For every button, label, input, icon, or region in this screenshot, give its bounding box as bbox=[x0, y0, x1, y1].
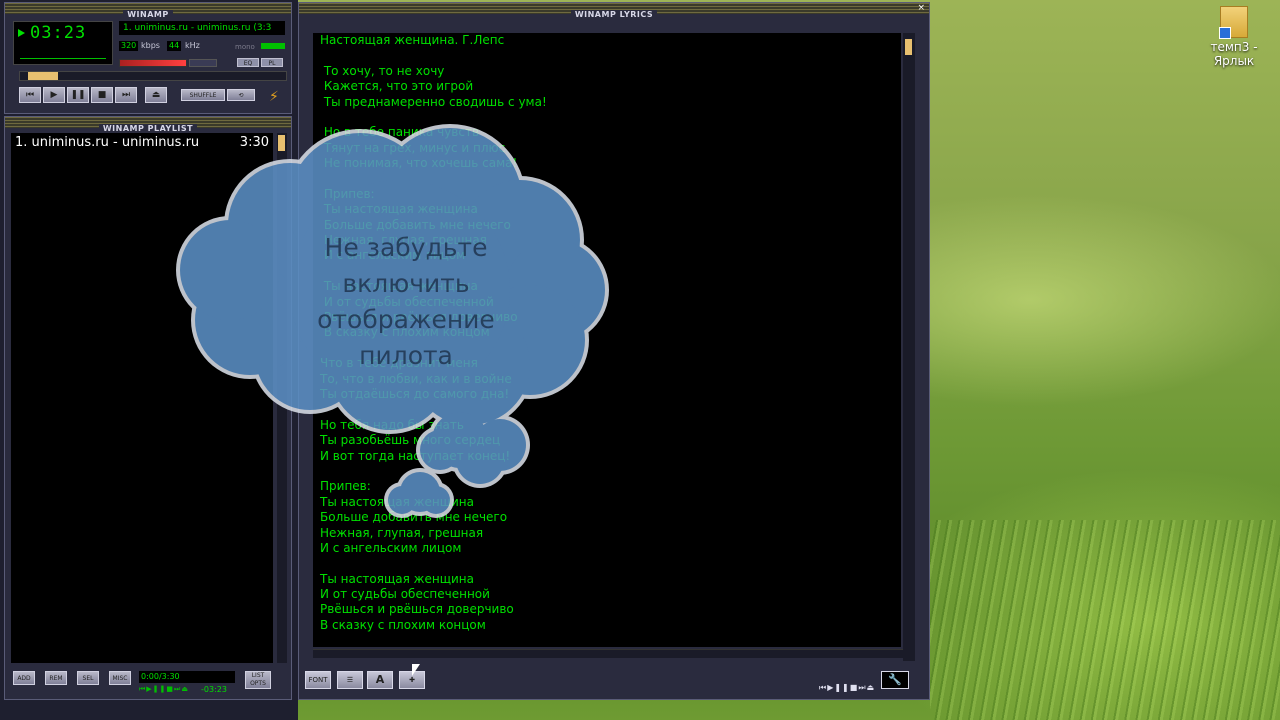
desktop-shortcut-label: темп3 - Ярлык bbox=[1210, 40, 1258, 68]
playlist-title: WINAMP PLAYLIST bbox=[98, 124, 198, 133]
cloud-message: Не забудьте включить отображение пилота bbox=[317, 233, 495, 370]
wrench-icon[interactable]: 🔧 bbox=[881, 671, 909, 689]
lyrics-line: Но тебя надо бы знать bbox=[320, 417, 464, 432]
list-options-button[interactable]: LIST OPTS bbox=[245, 671, 271, 689]
lyrics-mini-controls[interactable]: ⏮▶❚❚■⏭⏏ bbox=[819, 683, 875, 693]
kbps-label: kbps bbox=[141, 41, 160, 50]
lyrics-line: Припев: bbox=[320, 186, 375, 201]
playlist-misc-button[interactable]: MISC bbox=[109, 671, 131, 685]
list-icon[interactable]: ☰ bbox=[337, 671, 363, 689]
lyrics-line: Ты настоящая женщина bbox=[320, 571, 474, 586]
lyrics-line: Больше добавить мне нечего bbox=[320, 510, 508, 525]
khz-label: kHz bbox=[185, 41, 200, 50]
playlist-list[interactable]: 1. uniminus.ru - uniminus.ru 3:30 bbox=[11, 133, 273, 663]
time-readout: 03:23 bbox=[30, 23, 87, 43]
lyrics-line bbox=[313, 172, 901, 187]
pl-toggle-button[interactable]: PL bbox=[261, 58, 283, 67]
lyrics-line: И с ангельским лицом bbox=[320, 540, 462, 555]
mouse-cursor-icon bbox=[412, 664, 420, 676]
winamp-titlebar[interactable]: WINAMP bbox=[5, 3, 291, 19]
grass-decoration bbox=[930, 520, 1280, 720]
prev-button[interactable]: ⏮ bbox=[19, 87, 41, 103]
next-button[interactable]: ⏭ bbox=[115, 87, 137, 103]
lyrics-line: И вот тогда наступает конец! bbox=[320, 448, 511, 463]
lyrics-scroll-thumb[interactable] bbox=[905, 39, 912, 55]
lyrics-line: Настоящая женщина. Г.Лепс bbox=[320, 33, 505, 47]
lyrics-line: То хочу, то не хочу bbox=[320, 63, 445, 78]
balance-slider[interactable] bbox=[189, 59, 217, 67]
playlist-elapsed: -03:23 bbox=[201, 685, 227, 694]
stereo-indicator bbox=[261, 43, 285, 49]
lyrics-line bbox=[313, 556, 901, 571]
lyrics-line: Ты отдаёшься до самого дна! bbox=[320, 386, 510, 401]
seek-thumb[interactable] bbox=[28, 72, 58, 80]
eq-toggle-button[interactable]: EQ bbox=[237, 58, 259, 67]
playlist-titlebar[interactable]: WINAMP PLAYLIST bbox=[5, 117, 291, 133]
desktop-shortcut[interactable]: темп3 - Ярлык bbox=[1206, 6, 1262, 68]
playlist-scrollbar[interactable] bbox=[277, 133, 287, 663]
lyrics-line: Кажется, что это игрой bbox=[320, 79, 474, 94]
winamp-logo-icon[interactable]: ⚡ bbox=[269, 89, 279, 105]
seek-bar[interactable] bbox=[19, 71, 287, 81]
kbps-value: 320 bbox=[119, 41, 139, 51]
playlist-mini-controls[interactable]: ⏮▶❚❚■⏭⏏ bbox=[139, 685, 189, 694]
volume-slider[interactable] bbox=[119, 59, 187, 67]
eject-button[interactable]: ⏏ bbox=[145, 87, 167, 103]
lyrics-line bbox=[313, 110, 901, 125]
playlist-item-label: 1. uniminus.ru - uniminus.ru bbox=[15, 135, 200, 150]
lyrics-line: Ты разобьёшь много сердец bbox=[320, 433, 501, 448]
lyrics-bottom-bar bbox=[313, 649, 903, 658]
winamp-column: WINAMP 03:23 1. uniminus.ru - uniminus.r… bbox=[0, 0, 298, 720]
khz-value: 44 bbox=[167, 41, 182, 51]
font-button[interactable]: FONT bbox=[305, 671, 331, 689]
lyrics-line: Нежная, глупая, грешная bbox=[320, 525, 484, 540]
time-display[interactable]: 03:23 bbox=[13, 21, 113, 65]
shuffle-button[interactable]: SHUFFLE bbox=[181, 89, 225, 101]
playlist-remove-button[interactable]: REM bbox=[45, 671, 67, 685]
lyrics-line: Ты настоящая женщина bbox=[320, 202, 478, 217]
playlist-add-button[interactable]: ADD bbox=[13, 671, 35, 685]
playlist-item[interactable]: 1. uniminus.ru - uniminus.ru 3:30 bbox=[11, 133, 273, 153]
lyrics-line bbox=[313, 464, 901, 479]
lyrics-line: И от судьбы обеспеченной bbox=[320, 587, 490, 602]
playlist-time-display: 0:00/3:30 bbox=[139, 671, 235, 683]
winamp-title: WINAMP bbox=[123, 10, 173, 19]
repeat-button[interactable]: ⟲ bbox=[227, 89, 255, 101]
winamp-playlist-window: WINAMP PLAYLIST 1. uniminus.ru - uniminu… bbox=[4, 116, 292, 700]
lyrics-line: Тянут на грех, минус и плюс bbox=[320, 140, 506, 155]
lyrics-line: Но в тебе паника чувств bbox=[320, 125, 480, 140]
lyrics-line: Ты преднамеренно сводишь с ума! bbox=[320, 94, 547, 109]
lyrics-line: Не понимая, что хочешь сама! bbox=[320, 156, 518, 171]
lyrics-line bbox=[313, 402, 901, 417]
close-icon[interactable]: × bbox=[917, 3, 925, 14]
mono-indicator: mono bbox=[235, 43, 255, 51]
a-button[interactable]: A bbox=[367, 671, 393, 689]
playlist-scroll-thumb[interactable] bbox=[278, 135, 285, 151]
lyrics-line bbox=[313, 48, 901, 63]
lyrics-title: WINAMP LYRICS bbox=[570, 10, 658, 19]
folder-shortcut-icon bbox=[1219, 6, 1248, 39]
song-ticker: 1. uniminus.ru - uniminus.ru (3:3 bbox=[119, 21, 285, 35]
lyrics-line: В сказку с плохим концом bbox=[320, 617, 486, 632]
stop-button[interactable]: ■ bbox=[91, 87, 113, 103]
playlist-item-duration: 3:30 bbox=[239, 135, 269, 150]
playlist-select-button[interactable]: SEL bbox=[77, 671, 99, 685]
play-button[interactable]: ▶ bbox=[43, 87, 65, 103]
lyrics-line: Ты настоящая женщина bbox=[320, 494, 474, 509]
lyrics-line: Припев: bbox=[320, 479, 371, 494]
lyrics-line: Рвёшься и рвёшься доверчиво bbox=[320, 602, 514, 617]
lyrics-scrollbar[interactable] bbox=[903, 33, 915, 661]
play-indicator-icon bbox=[18, 29, 25, 37]
lyrics-titlebar[interactable]: WINAMP LYRICS × bbox=[299, 3, 929, 19]
visualizer[interactable] bbox=[20, 52, 106, 59]
pause-button[interactable]: ❚❚ bbox=[67, 87, 89, 103]
winamp-main-window: WINAMP 03:23 1. uniminus.ru - uniminus.r… bbox=[4, 2, 292, 114]
